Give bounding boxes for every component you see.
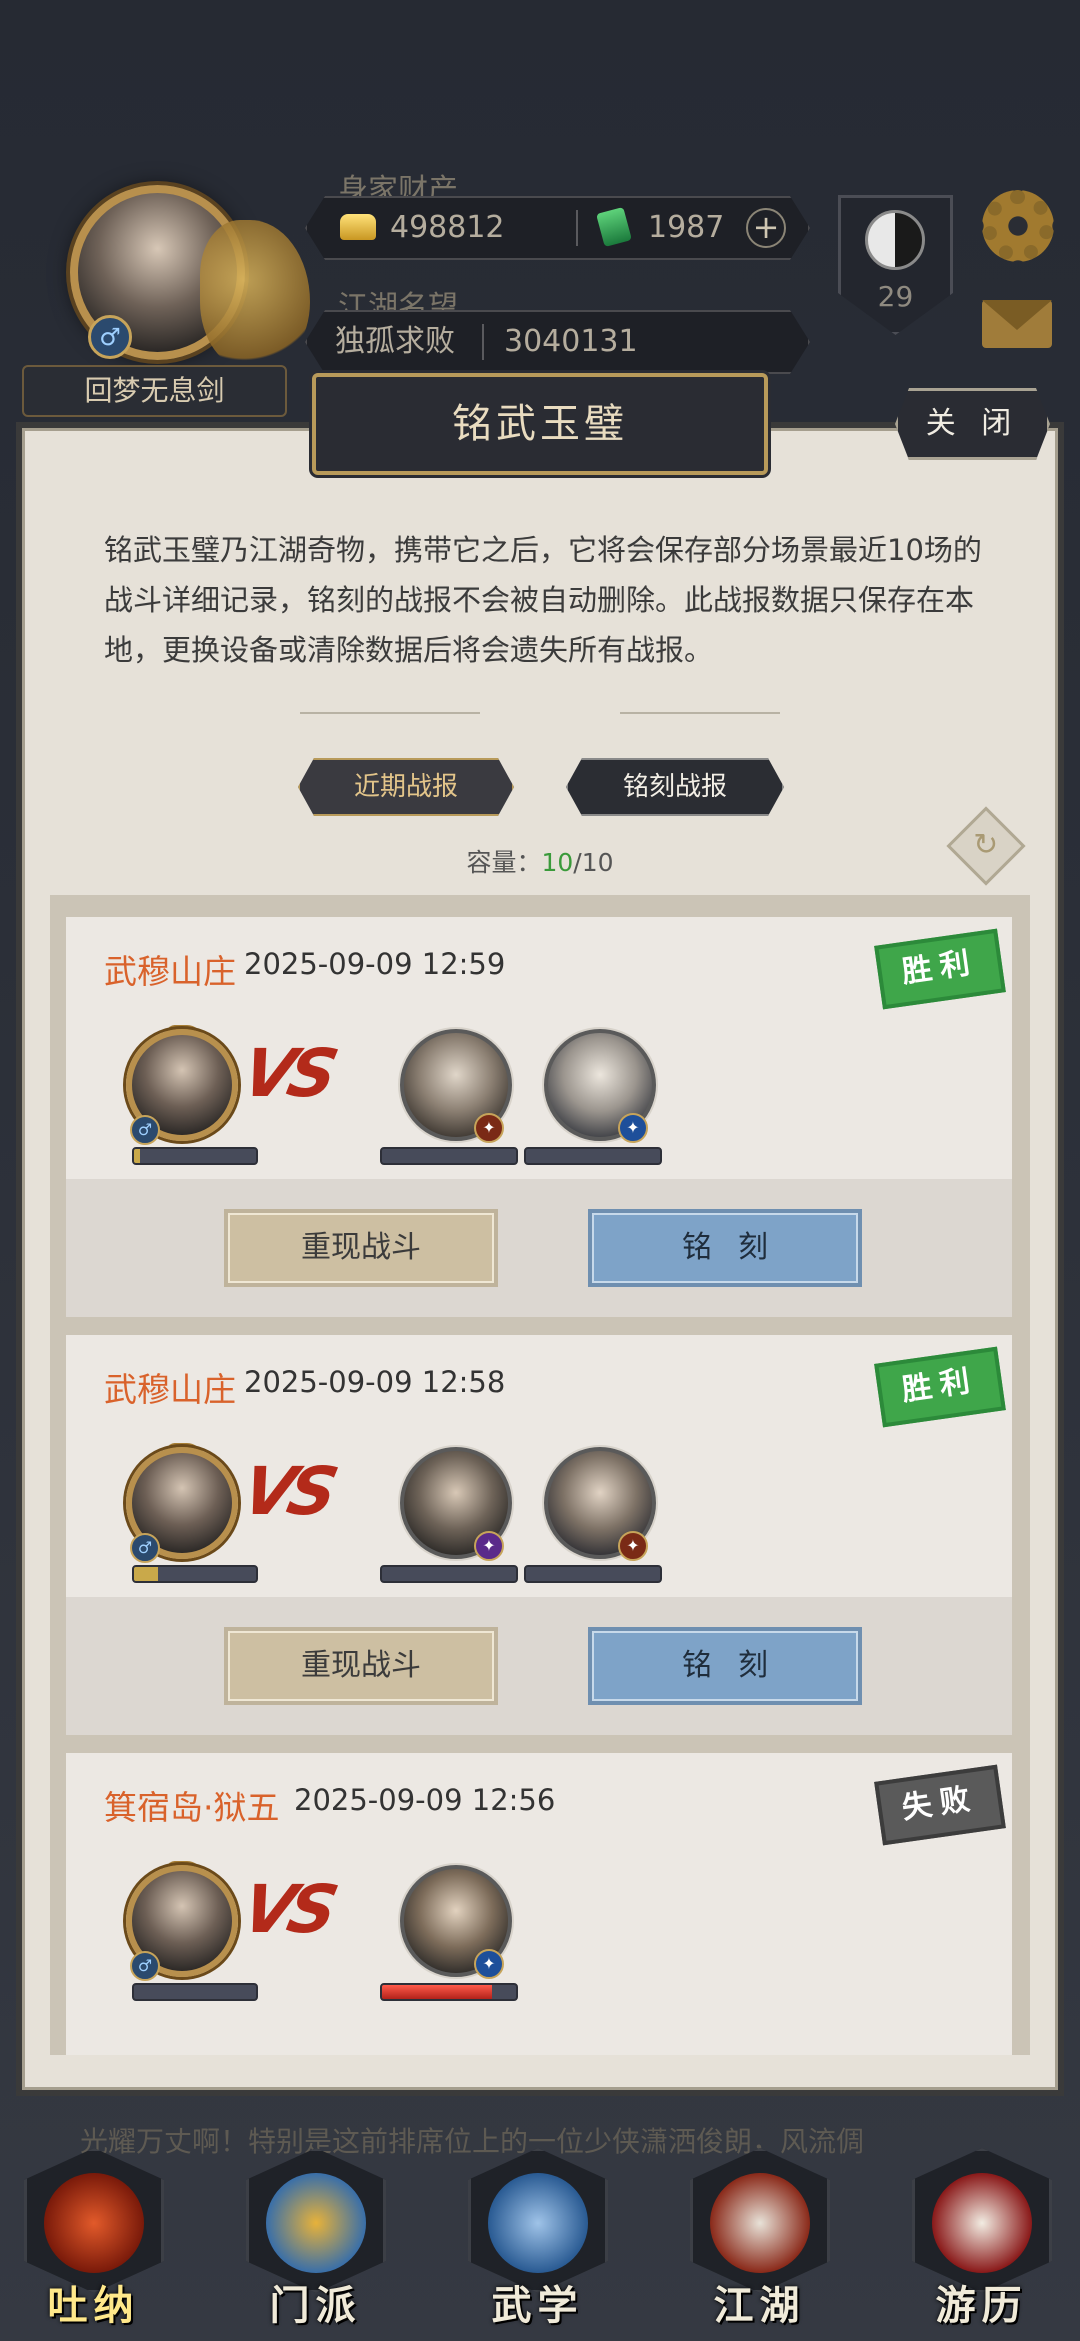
- bottom-nav: 吐纳 门派 武学 江湖 游历: [0, 2148, 1080, 2341]
- dragon-frame-icon: [200, 220, 310, 370]
- dialog-description: 铭武玉璧乃江湖奇物，携带它之后，它将会保存部分场景最近10场的战斗详细记录，铭刻…: [104, 533, 982, 667]
- player-health-bar: [132, 1565, 258, 1583]
- gourd-icon: [44, 2173, 144, 2273]
- player-title: 独孤求败: [335, 324, 455, 359]
- battle-card-actions: 重现战斗 铭刻: [66, 1179, 1012, 1317]
- scroll-book-icon: [488, 2173, 588, 2273]
- enemy-health-bar: [524, 1147, 662, 1165]
- divider: [482, 324, 484, 360]
- battle-time: 2025-09-09 12:56: [294, 1783, 556, 1817]
- battle-card: 武穆山庄 2025-09-09 12:58 胜利 ♂ VS ✦ ✦ 重现战斗 铭…: [66, 1335, 1012, 1735]
- fire-element-icon: ✦: [618, 1531, 648, 1561]
- nav-label: 吐纳: [47, 2283, 140, 2329]
- fire-element-icon: ✦: [474, 1113, 504, 1143]
- nav-travel[interactable]: 游历: [894, 2148, 1069, 2341]
- ornament-divider: [300, 712, 480, 714]
- tab-carved-reports[interactable]: 铭刻战报: [566, 758, 784, 816]
- replay-battle-button[interactable]: 重现战斗: [224, 1627, 498, 1705]
- male-icon: ♂: [88, 315, 132, 359]
- vs-label: VS: [235, 1035, 339, 1112]
- ornament-divider: [620, 712, 780, 714]
- banner-icon: [266, 2173, 366, 2273]
- capacity-current: 10: [541, 848, 574, 877]
- capacity-indicator: 容量：10/10: [440, 843, 640, 879]
- nav-label: 武学: [491, 2283, 584, 2329]
- horse-icon: [932, 2173, 1032, 2273]
- battle-card: 武穆山庄 2025-09-09 12:59 胜利 ♂ VS ✦ ✦ 重现战斗 铭…: [66, 917, 1012, 1317]
- level-number: 29: [877, 280, 914, 313]
- health-fill: [134, 1149, 141, 1163]
- battle-location: 箕宿岛·狱五: [104, 1788, 280, 1827]
- health-fill: [134, 1567, 159, 1581]
- wealth-bar: [305, 196, 810, 260]
- victory-stamp: 胜利: [874, 1346, 1006, 1428]
- enemy-health-bar: [380, 1147, 518, 1165]
- nav-jianghu[interactable]: 江湖: [672, 2148, 847, 2341]
- vs-label: VS: [235, 1453, 339, 1530]
- ice-element-icon: ✦: [618, 1113, 648, 1143]
- top-hud: ♂ 回梦无息剑 身家财产 498812 1987 + 江湖名望 独孤求败 304…: [0, 0, 1080, 420]
- gear-icon[interactable]: [982, 190, 1054, 262]
- nav-sect[interactable]: 门派: [228, 2148, 403, 2341]
- nav-label: 门派: [269, 2283, 362, 2329]
- battle-card-actions: 重现战斗 铭刻: [66, 1597, 1012, 1735]
- enemy-health-bar: [380, 1565, 518, 1583]
- battle-card: 箕宿岛·狱五 2025-09-09 12:56 失败 ♂ VS ✦: [66, 1753, 1012, 2055]
- add-currency-button[interactable]: +: [746, 208, 786, 248]
- vs-label: VS: [235, 1871, 339, 1948]
- capacity-total: /10: [573, 848, 614, 877]
- health-fill: [382, 1985, 492, 1999]
- nav-label: 游历: [935, 2283, 1028, 2329]
- gold-ingot-icon: [340, 214, 376, 240]
- yin-yang-icon: [865, 210, 925, 270]
- nav-label: 江湖: [713, 2283, 806, 2329]
- divider: [576, 210, 578, 246]
- capacity-label: 容量：: [466, 848, 542, 877]
- replay-battle-button[interactable]: 重现战斗: [224, 1209, 498, 1287]
- victory-stamp: 胜利: [874, 928, 1006, 1010]
- battle-location: 武穆山庄: [104, 952, 236, 991]
- battle-card-header: 箕宿岛·狱五 2025-09-09 12:56 失败 ♂ VS ✦: [66, 1753, 1012, 2015]
- player-avatar[interactable]: ♂: [30, 160, 310, 390]
- male-icon: ♂: [130, 1115, 160, 1145]
- bamboo-hat-icon: [710, 2173, 810, 2273]
- reputation-value: 3040131: [504, 324, 638, 359]
- nav-martial-arts[interactable]: 武学: [450, 2148, 625, 2341]
- defeat-stamp: 失败: [874, 1764, 1006, 1846]
- carve-button[interactable]: 铭刻: [588, 1627, 862, 1705]
- gold-amount: 498812: [390, 210, 505, 245]
- close-button[interactable]: 关 闭: [895, 388, 1050, 460]
- player-health-bar: [132, 1147, 258, 1165]
- battle-card-header: 武穆山庄 2025-09-09 12:59 胜利 ♂ VS ✦ ✦: [66, 917, 1012, 1179]
- tab-recent-reports[interactable]: 近期战报: [298, 758, 514, 816]
- ice-element-icon: ✦: [474, 1949, 504, 1979]
- battle-card-header: 武穆山庄 2025-09-09 12:58 胜利 ♂ VS ✦ ✦: [66, 1335, 1012, 1597]
- carve-button[interactable]: 铭刻: [588, 1209, 862, 1287]
- battle-location: 武穆山庄: [104, 1370, 236, 1409]
- jade-amount: 1987: [648, 210, 725, 245]
- battle-time: 2025-09-09 12:58: [244, 1365, 506, 1399]
- player-health-bar: [132, 1983, 258, 2001]
- enemy-health-bar: [380, 1983, 518, 2001]
- battle-time: 2025-09-09 12:59: [244, 947, 506, 981]
- male-icon: ♂: [130, 1533, 160, 1563]
- player-name: 回梦无息剑: [22, 365, 287, 417]
- dialog-title: 铭武玉璧: [312, 373, 768, 475]
- poison-element-icon: ✦: [474, 1531, 504, 1561]
- nav-breathing[interactable]: 吐纳: [6, 2148, 181, 2341]
- enemy-health-bar: [524, 1565, 662, 1583]
- male-icon: ♂: [130, 1951, 160, 1981]
- battle-list[interactable]: 武穆山庄 2025-09-09 12:59 胜利 ♂ VS ✦ ✦ 重现战斗 铭…: [50, 895, 1030, 2055]
- mail-icon[interactable]: [982, 300, 1052, 348]
